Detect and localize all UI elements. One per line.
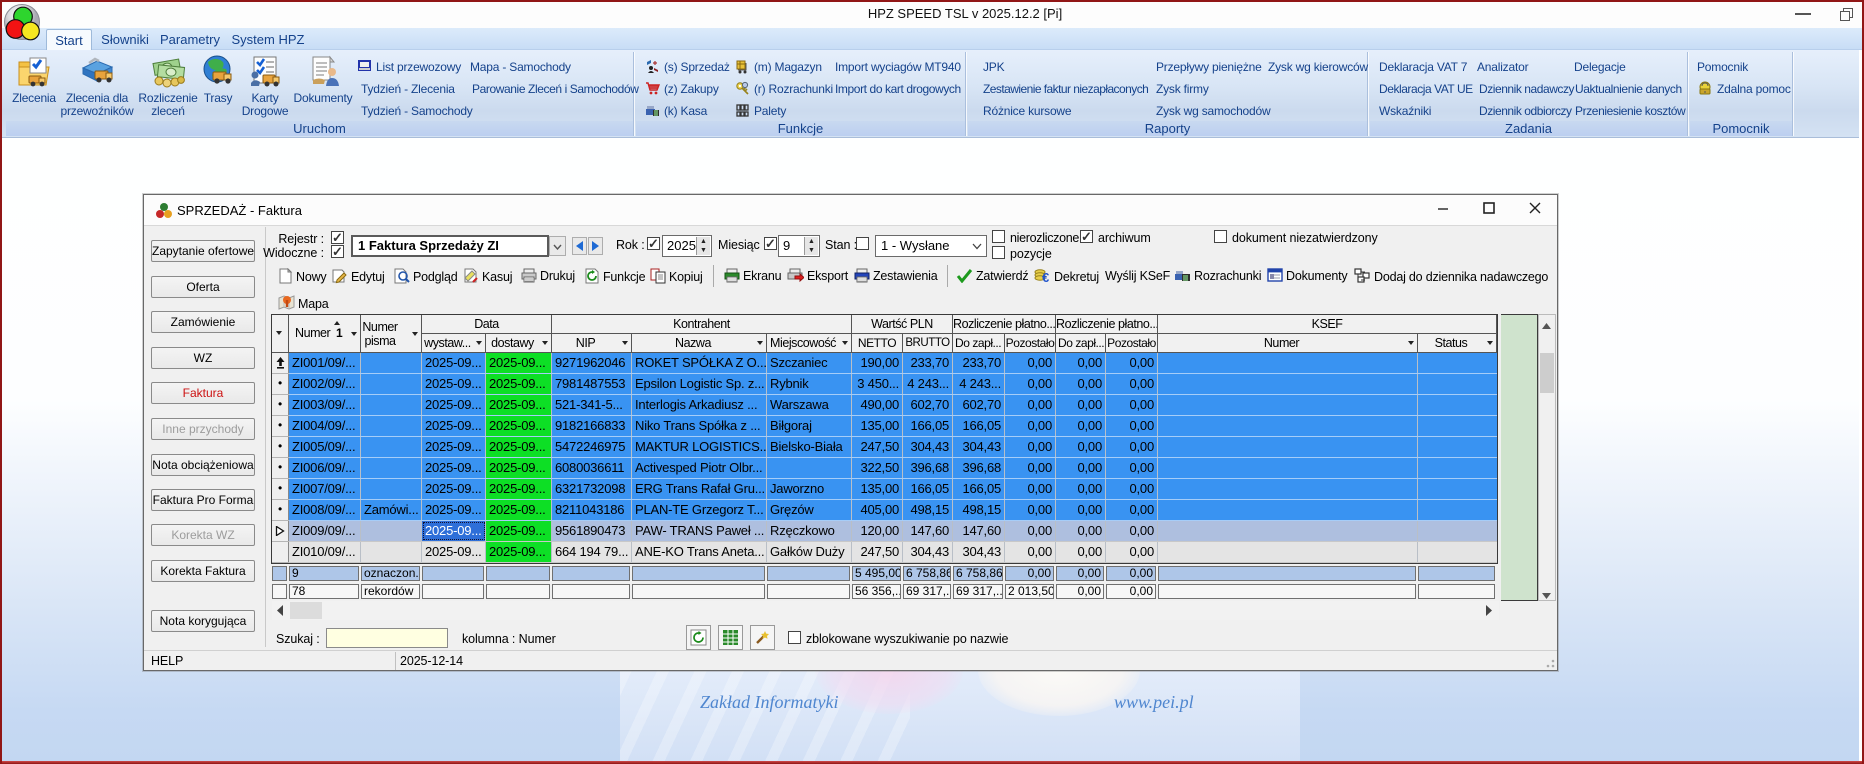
svg-text:€: €: [1042, 270, 1049, 284]
